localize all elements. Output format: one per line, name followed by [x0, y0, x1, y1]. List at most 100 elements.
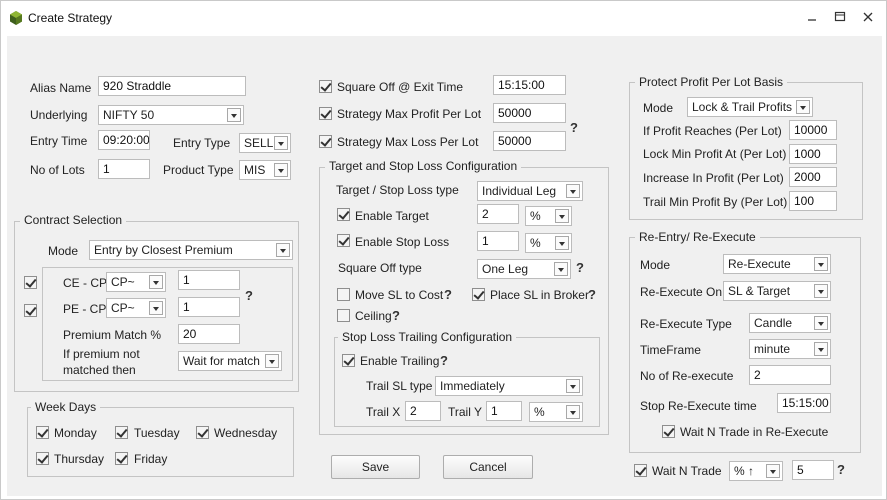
wait-n-trade-reexecute-checkbox[interactable] [662, 425, 675, 438]
maximize-icon[interactable] [832, 10, 848, 24]
friday-label: Friday [134, 452, 168, 466]
help-icon[interactable]: ? [444, 288, 452, 302]
trail-sl-type-select[interactable]: Immediately [435, 376, 583, 396]
help-icon[interactable]: ? [576, 261, 584, 275]
chevron-down-icon [814, 284, 828, 298]
target-sl-type-select[interactable]: Individual Leg [477, 181, 583, 201]
wait-n-trade-checkbox[interactable] [634, 464, 647, 477]
trail-unit-select[interactable]: % [529, 402, 583, 422]
stoploss-unit-select[interactable]: % [525, 233, 572, 253]
profit-reaches-input[interactable]: 10000 [789, 120, 837, 140]
premium-match-input[interactable]: 20 [178, 324, 240, 344]
contract-mode-select[interactable]: Entry by Closest Premium [89, 240, 293, 260]
no-of-lots-input[interactable]: 1 [98, 159, 150, 179]
help-icon[interactable]: ? [440, 354, 448, 368]
wait-n-trade-input[interactable]: 5 [792, 460, 834, 480]
place-sl-broker-checkbox[interactable] [472, 288, 485, 301]
max-profit-input[interactable]: 50000 [493, 103, 566, 123]
stoploss-value-input[interactable]: 1 [477, 231, 519, 251]
entry-time-input[interactable]: 09:20:00 [98, 130, 150, 150]
chevron-down-icon [265, 354, 279, 368]
square-off-exit-time-input[interactable]: 15:15:00 [493, 75, 566, 95]
move-sl-to-cost-checkbox[interactable] [337, 288, 350, 301]
lock-min-profit-input[interactable]: 1000 [789, 144, 837, 164]
max-loss-label: Strategy Max Loss Per Lot [337, 135, 479, 149]
ce-checkbox[interactable] [24, 276, 37, 289]
protect-mode-select[interactable]: Lock & Trail Profits [687, 97, 813, 117]
max-loss-checkbox[interactable] [319, 135, 332, 148]
help-icon[interactable]: ? [570, 121, 578, 135]
thursday-checkbox[interactable] [36, 452, 49, 465]
cancel-button[interactable]: Cancel [443, 455, 533, 479]
chevron-down-icon [555, 209, 569, 223]
save-button[interactable]: Save [331, 455, 420, 479]
reexecute-on-select[interactable]: SL & Target [723, 281, 831, 301]
max-profit-checkbox[interactable] [319, 107, 332, 120]
max-loss-input[interactable]: 50000 [493, 131, 566, 151]
reexecute-type-select[interactable]: Candle [749, 313, 831, 333]
reentry-mode-select[interactable]: Re-Execute [723, 254, 831, 274]
pe-checkbox[interactable] [24, 304, 37, 317]
trail-min-profit-label: Trail Min Profit By (Per Lot) [643, 195, 788, 209]
chevron-down-icon [566, 184, 580, 198]
increase-profit-input[interactable]: 2000 [789, 167, 837, 187]
square-off-type-select[interactable]: One Leg [477, 259, 571, 279]
target-sl-type-value: Individual Leg [482, 184, 557, 198]
trail-x-input[interactable]: 2 [405, 401, 441, 421]
underlying-label: Underlying [30, 108, 88, 122]
premium-match-label: Premium Match % [63, 328, 162, 342]
not-matched-label-line2: matched then [63, 363, 136, 377]
chevron-down-icon [814, 316, 828, 330]
target-unit-select[interactable]: % [525, 206, 572, 226]
chevron-down-icon [566, 405, 580, 419]
minimize-icon[interactable] [804, 10, 820, 24]
trail-sl-type-label: Trail SL type [366, 379, 433, 393]
enable-target-checkbox[interactable] [337, 208, 350, 221]
no-of-reexecute-input[interactable]: 2 [749, 365, 831, 385]
ceiling-checkbox[interactable] [337, 309, 350, 322]
pe-cp-input[interactable]: 1 [178, 297, 240, 317]
wait-n-trade-select-value: % ↑ [734, 464, 755, 478]
wait-n-trade-select[interactable]: % ↑ [729, 461, 783, 481]
product-type-select[interactable]: MIS [239, 160, 291, 180]
help-icon[interactable]: ? [588, 288, 596, 302]
close-icon[interactable] [860, 10, 876, 24]
tuesday-label: Tuesday [134, 426, 180, 440]
product-type-value: MIS [244, 163, 266, 177]
underlying-select[interactable]: NIFTY 50 [98, 105, 244, 125]
chevron-down-icon [274, 136, 288, 150]
ce-cp-input[interactable]: 1 [178, 270, 240, 290]
trail-y-input[interactable]: 1 [486, 401, 522, 421]
stop-reexecute-time-label: Stop Re-Execute time [640, 399, 757, 413]
target-sl-type-label: Target / Stop Loss type [336, 183, 459, 197]
ce-cp-select[interactable]: CP~ [106, 272, 166, 292]
tuesday-checkbox[interactable] [115, 426, 128, 439]
target-value-input[interactable]: 2 [477, 204, 519, 224]
alias-name-input[interactable]: 920 Straddle [98, 76, 246, 96]
help-icon[interactable]: ? [245, 289, 253, 303]
entry-type-select[interactable]: SELL [239, 133, 291, 153]
trail-unit-value: % [534, 405, 545, 419]
stop-reexecute-time-input[interactable]: 15:15:00 [777, 393, 831, 413]
wednesday-checkbox[interactable] [196, 426, 209, 439]
chevron-down-icon [274, 163, 288, 177]
friday-checkbox[interactable] [115, 452, 128, 465]
not-matched-select[interactable]: Wait for match [178, 351, 282, 371]
help-icon[interactable]: ? [837, 463, 845, 477]
pe-cp-select-value: CP~ [111, 301, 135, 315]
wait-n-trade-label: Wait N Trade [652, 464, 722, 478]
enable-trailing-checkbox[interactable] [342, 354, 355, 367]
help-icon[interactable]: ? [392, 309, 400, 323]
enable-stoploss-checkbox[interactable] [337, 234, 350, 247]
monday-checkbox[interactable] [36, 426, 49, 439]
trail-min-profit-input[interactable]: 100 [789, 191, 837, 211]
chevron-down-icon [149, 301, 163, 315]
chevron-down-icon [796, 100, 810, 114]
no-of-lots-label: No of Lots [30, 163, 85, 177]
timeframe-select[interactable]: minute [749, 339, 831, 359]
chevron-down-icon [227, 108, 241, 122]
pe-cp-select[interactable]: CP~ [106, 298, 166, 318]
wednesday-label: Wednesday [214, 426, 278, 440]
square-off-exit-checkbox[interactable] [319, 80, 332, 93]
week-days-group [27, 407, 294, 477]
